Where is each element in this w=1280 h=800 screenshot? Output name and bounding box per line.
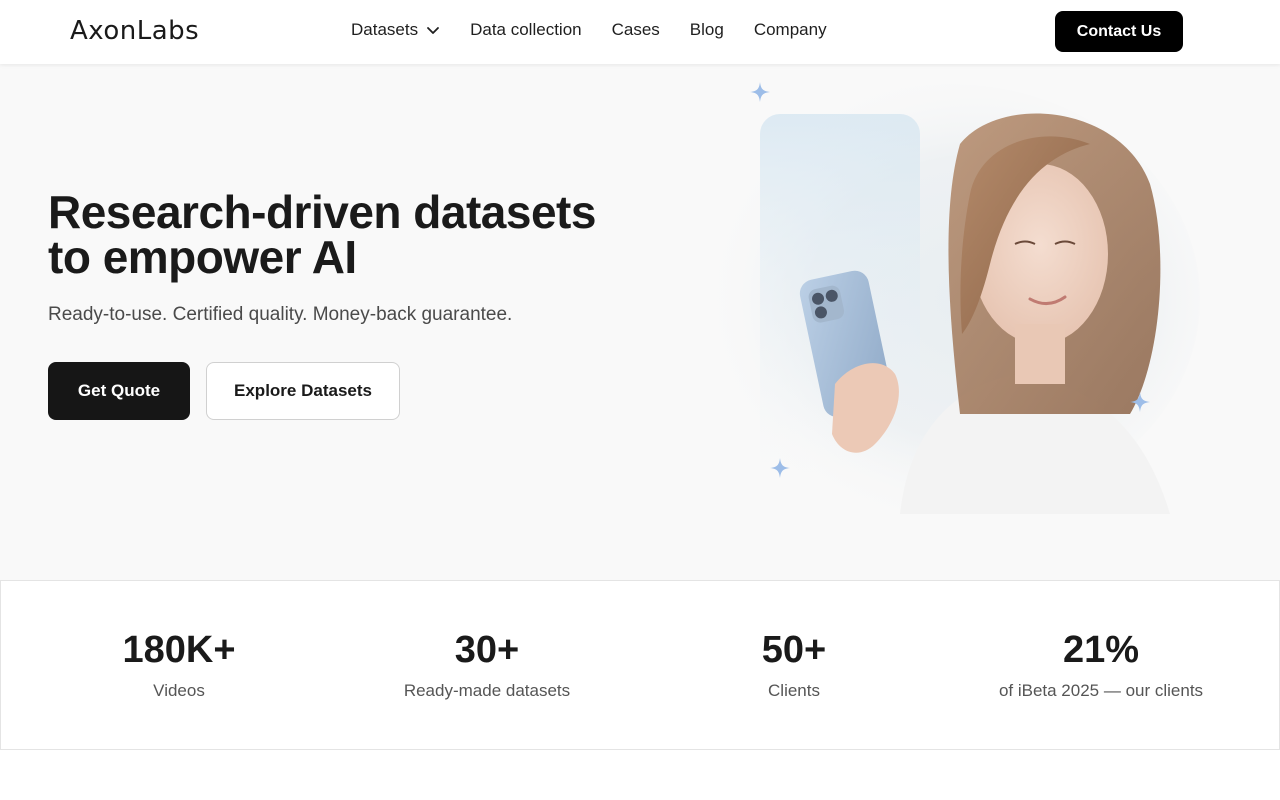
sparkle-icon	[750, 82, 770, 102]
stat-clients: 50+ Clients	[634, 625, 954, 701]
nav-item-label: Datasets	[351, 20, 419, 39]
nav-item-label: Blog	[689, 20, 724, 39]
stat-value: 21%	[1062, 629, 1140, 671]
nav-item-label: Cases	[611, 20, 660, 39]
nav-item-cases[interactable]: Cases	[612, 20, 660, 40]
woman-with-phone-illustration	[700, 84, 1200, 514]
stat-ibeta: 21% of iBeta 2025 — our clients	[941, 625, 1261, 701]
nav-item-label: Company	[753, 20, 827, 39]
stat-label: Ready-made datasets	[403, 681, 571, 700]
nav-item-datasets[interactable]: Datasets	[351, 20, 440, 40]
hero-subtitle: Ready-to-use. Certified quality. Money-b…	[48, 304, 513, 325]
main-nav: Datasets Data collection Cases Blog Comp…	[351, 20, 827, 40]
stat-value: 50+	[761, 629, 827, 671]
site-header: AxonLabs Datasets Data collection Cases …	[0, 0, 1280, 64]
hero-section: Research-driven datasets to empower AI R…	[0, 64, 1280, 580]
hero-title: Research-driven datasets to empower AI	[48, 189, 648, 283]
nav-item-data-collection[interactable]: Data collection	[470, 20, 582, 40]
nav-item-blog[interactable]: Blog	[690, 20, 724, 40]
sparkle-icon	[1130, 392, 1150, 412]
stat-value: 180K+	[122, 629, 236, 671]
get-quote-button[interactable]: Get Quote	[48, 362, 190, 420]
nav-item-company[interactable]: Company	[754, 20, 827, 40]
stat-videos: 180K+ Videos	[19, 625, 339, 701]
stat-label: of iBeta 2025 — our clients	[998, 681, 1204, 700]
stat-datasets: 30+ Ready-made datasets	[327, 625, 647, 701]
contact-us-button[interactable]: Contact Us	[1055, 11, 1183, 52]
stat-label: Videos	[153, 681, 205, 700]
hero-title-line-2: to empower AI	[48, 231, 357, 283]
logo[interactable]: AxonLabs	[70, 16, 199, 46]
stats-section: 180K+ Videos 30+ Ready-made datasets 50+…	[0, 580, 1280, 750]
explore-datasets-button[interactable]: Explore Datasets	[206, 362, 400, 420]
sparkle-icon	[770, 458, 790, 478]
chevron-down-icon	[427, 27, 439, 34]
nav-item-label: Data collection	[470, 20, 582, 39]
stat-value: 30+	[454, 629, 520, 671]
stat-label: Clients	[768, 681, 820, 700]
